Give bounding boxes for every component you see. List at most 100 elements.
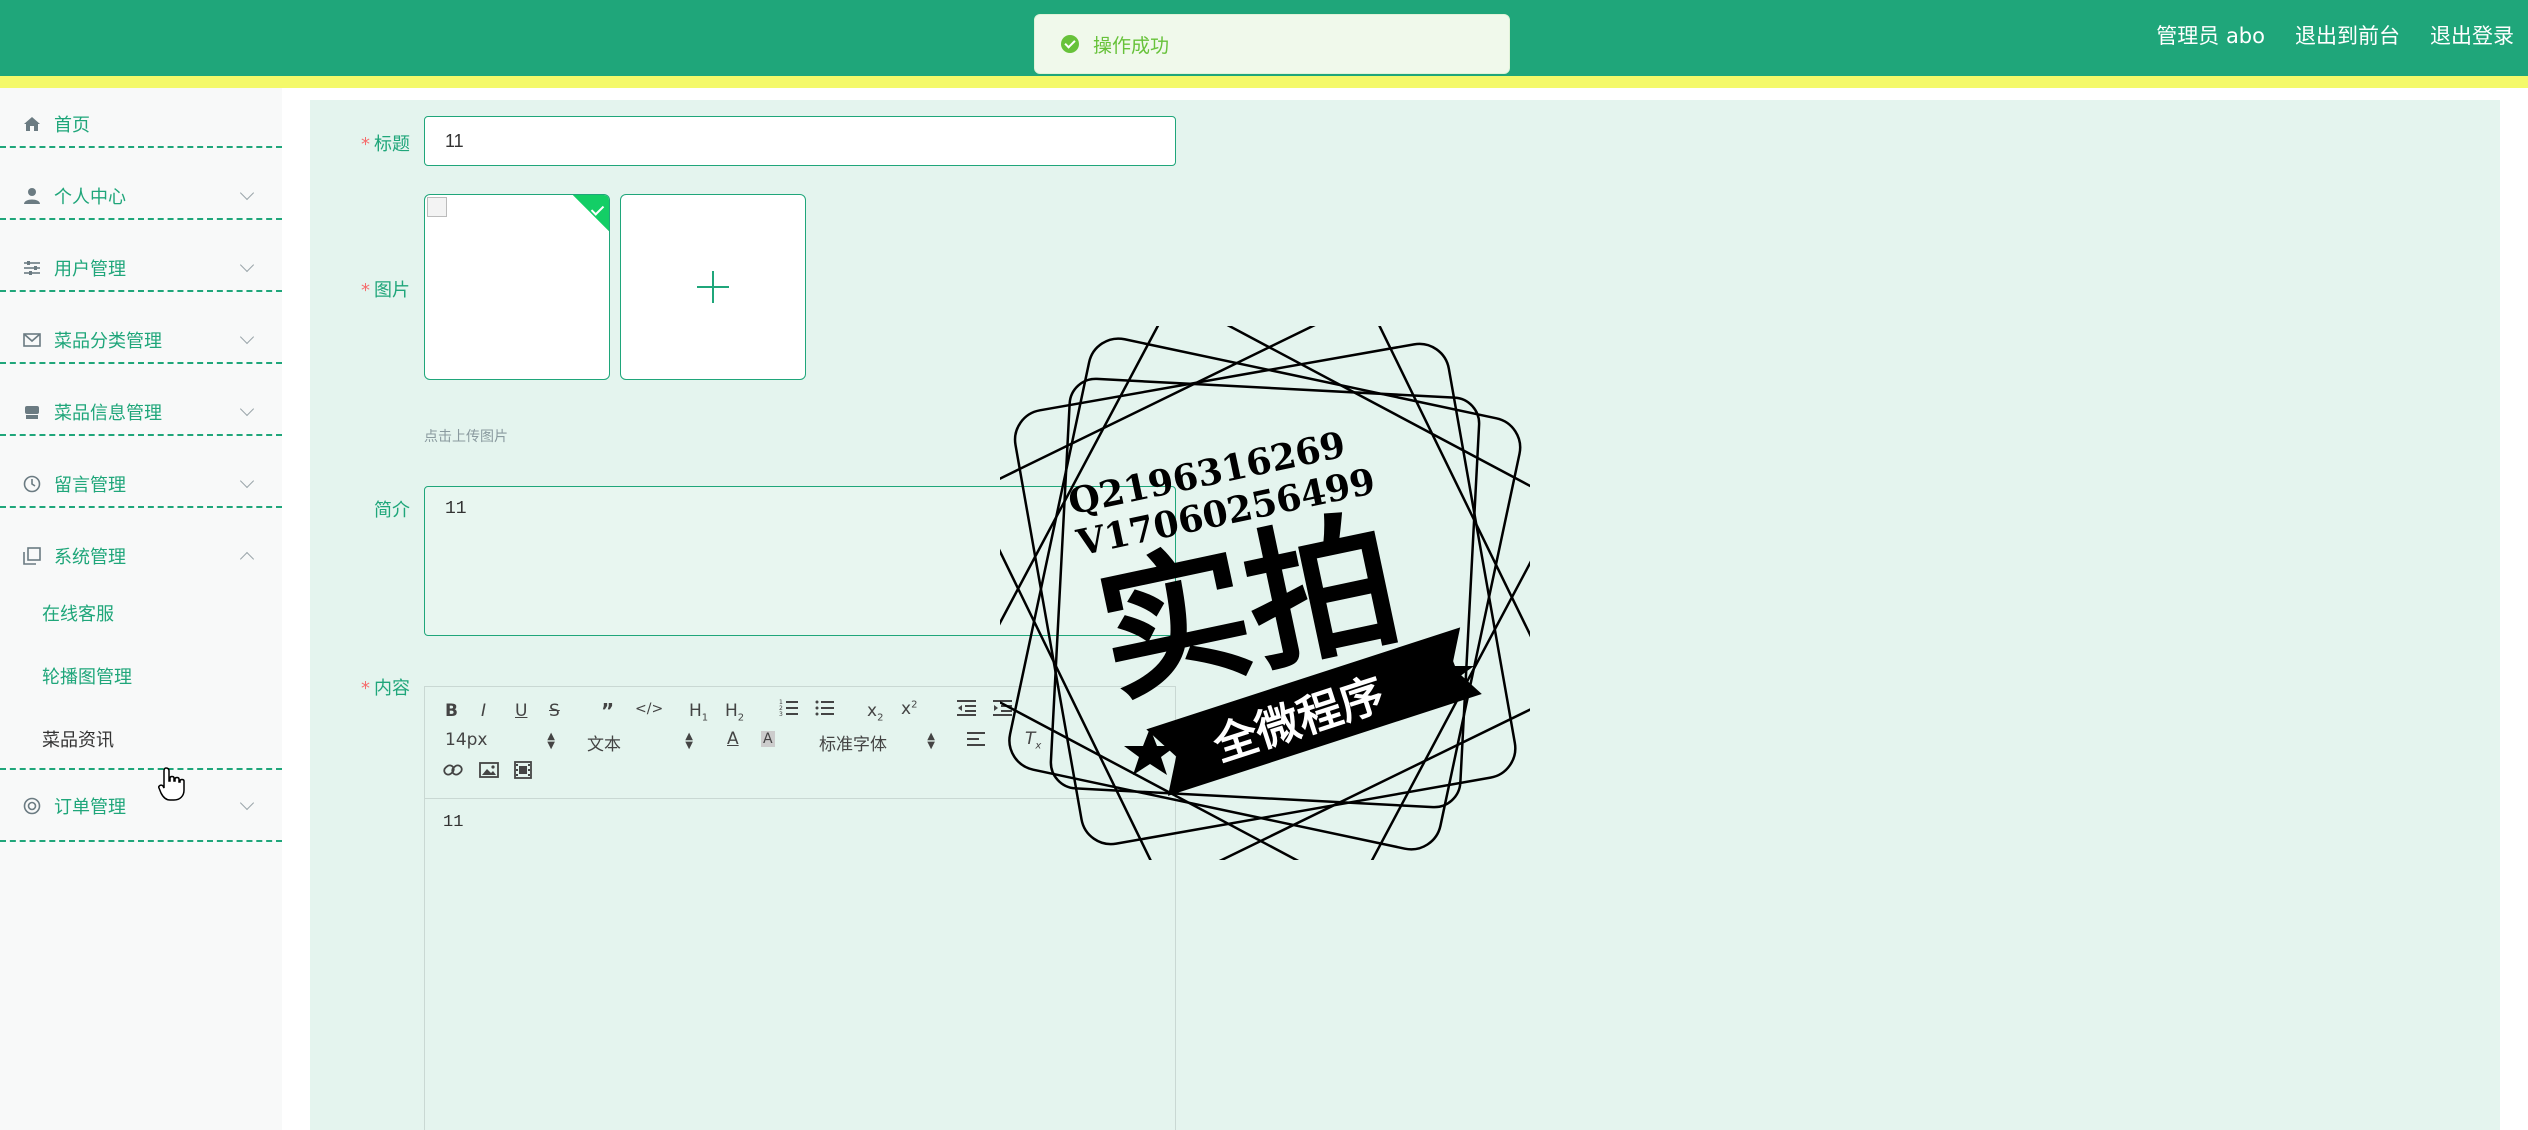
upload-hint: 点击上传图片 bbox=[424, 429, 508, 445]
italic-icon[interactable]: I bbox=[481, 701, 486, 721]
title-input[interactable]: 11 bbox=[424, 116, 1176, 166]
back-to-frontend-link[interactable]: 退出到前台 bbox=[2295, 20, 2400, 50]
font-family-select[interactable]: 标准字体 ▲ ▼ bbox=[819, 730, 935, 756]
chevron-down-icon bbox=[239, 401, 255, 417]
align-icon[interactable] bbox=[967, 731, 987, 752]
editor-content[interactable]: 11 bbox=[425, 799, 1175, 846]
blockquote-icon[interactable]: ” bbox=[601, 699, 614, 723]
background-color-icon[interactable]: A bbox=[761, 731, 775, 747]
image-label-text: 图片 bbox=[374, 280, 410, 301]
chevron-up-icon bbox=[239, 551, 255, 567]
chevron-down-icon bbox=[239, 257, 255, 273]
title-label-text: 标题 bbox=[374, 134, 410, 155]
ordered-list-icon[interactable]: 123 bbox=[779, 699, 799, 722]
link-icon[interactable] bbox=[443, 761, 463, 784]
summary-label-text: 简介 bbox=[374, 500, 410, 521]
sidebar-divider bbox=[0, 146, 282, 148]
paragraph-value: 文本 bbox=[587, 735, 621, 755]
plus-icon bbox=[697, 271, 729, 303]
select-arrows-icon: ▲ ▼ bbox=[685, 731, 693, 751]
select-arrows-icon: ▲ ▼ bbox=[927, 731, 935, 751]
font-family-value: 标准字体 bbox=[819, 735, 887, 755]
sidebar: 首页 个人中心 用户管理 菜品分类管理 菜品信息管理 留言管理 系统管理 在线客… bbox=[0, 88, 282, 1130]
required-mark: * bbox=[361, 134, 370, 155]
copy-icon bbox=[22, 546, 42, 566]
uploaded-image-card[interactable] bbox=[424, 194, 610, 380]
sidebar-subitem-carousel[interactable]: 轮播图管理 bbox=[42, 663, 132, 689]
code-block-icon[interactable]: </> bbox=[635, 701, 663, 717]
image-icon[interactable] bbox=[479, 761, 499, 784]
paragraph-select[interactable]: 文本 ▲ ▼ bbox=[587, 730, 693, 756]
sidebar-subitem-dish-news[interactable]: 菜品资讯 bbox=[42, 726, 114, 752]
chevron-down-icon bbox=[239, 795, 255, 811]
bold-icon[interactable]: B bbox=[445, 701, 458, 721]
title-label: * 标题 bbox=[310, 130, 410, 156]
outdent-icon[interactable] bbox=[957, 699, 977, 722]
sidebar-item-messages[interactable]: 留言管理 bbox=[0, 448, 282, 520]
hand-cursor-icon bbox=[158, 767, 185, 801]
sidebar-item-label: 留言管理 bbox=[54, 475, 126, 496]
content-label-text: 内容 bbox=[374, 678, 410, 699]
clear-format-icon[interactable]: Tx bbox=[1025, 729, 1041, 751]
bullet-list-icon[interactable] bbox=[815, 699, 835, 722]
summary-textarea[interactable]: 11 bbox=[424, 486, 1176, 636]
required-mark: * bbox=[361, 678, 370, 699]
chevron-down-icon bbox=[239, 473, 255, 489]
broken-image-icon bbox=[427, 197, 447, 217]
summary-label: 简介 bbox=[310, 496, 410, 522]
underline-icon[interactable]: U bbox=[515, 701, 527, 721]
content-label: * 内容 bbox=[310, 674, 410, 700]
sidebar-item-label: 个人中心 bbox=[54, 187, 126, 208]
sidebar-item-system[interactable]: 系统管理 bbox=[0, 520, 282, 592]
sidebar-item-dish-category[interactable]: 菜品分类管理 bbox=[0, 304, 282, 376]
toast-message: 操作成功 bbox=[1093, 34, 1170, 57]
strikethrough-icon[interactable]: S bbox=[549, 701, 560, 721]
clock-icon bbox=[22, 474, 42, 494]
success-toast: 操作成功 bbox=[1034, 14, 1510, 74]
sidebar-item-orders[interactable]: 订单管理 bbox=[0, 770, 282, 842]
heading-1-icon[interactable]: H1 bbox=[689, 701, 708, 723]
image-label: * 图片 bbox=[310, 276, 410, 302]
sidebar-item-profile[interactable]: 个人中心 bbox=[0, 160, 282, 232]
sidebar-item-label: 菜品信息管理 bbox=[54, 403, 162, 424]
subscript-icon[interactable]: x2 bbox=[867, 701, 883, 723]
upload-image-button[interactable] bbox=[620, 194, 806, 380]
user-icon bbox=[22, 186, 42, 206]
chevron-down-icon bbox=[239, 185, 255, 201]
indent-icon[interactable] bbox=[993, 699, 1013, 722]
sidebar-divider bbox=[0, 506, 282, 508]
video-icon[interactable] bbox=[513, 761, 533, 784]
sidebar-item-home[interactable]: 首页 bbox=[0, 88, 282, 160]
shop-icon bbox=[22, 402, 42, 422]
font-size-select[interactable]: 14px ▲ ▼ bbox=[445, 730, 555, 751]
font-size-value: 14px bbox=[445, 730, 488, 750]
sidebar-item-label: 菜品分类管理 bbox=[54, 331, 162, 352]
upload-success-badge bbox=[569, 195, 609, 234]
header-accent-stripe bbox=[0, 76, 2528, 88]
home-icon bbox=[22, 114, 42, 134]
logout-link[interactable]: 退出登录 bbox=[2430, 20, 2514, 50]
sidebar-item-users[interactable]: 用户管理 bbox=[0, 232, 282, 304]
success-check-icon bbox=[1061, 35, 1079, 53]
lifebuoy-icon bbox=[22, 796, 42, 816]
sidebar-divider bbox=[0, 840, 282, 842]
heading-2-icon[interactable]: H2 bbox=[725, 701, 744, 723]
sidebar-item-label: 系统管理 bbox=[54, 547, 126, 568]
sidebar-item-label: 首页 bbox=[54, 115, 90, 136]
rich-text-editor: B I U S ” </> H1 H2 123 x2 x2 14px ▲ ▼ 文本… bbox=[424, 686, 1176, 1130]
required-mark: * bbox=[361, 280, 370, 301]
admin-user-link[interactable]: 管理员 abo bbox=[2156, 20, 2265, 50]
svg-text:3: 3 bbox=[779, 711, 783, 717]
sliders-icon bbox=[22, 258, 42, 278]
mail-icon bbox=[22, 330, 42, 350]
sidebar-item-dish-info[interactable]: 菜品信息管理 bbox=[0, 376, 282, 448]
superscript-icon[interactable]: x2 bbox=[901, 699, 917, 719]
sidebar-divider bbox=[0, 218, 282, 220]
font-color-icon[interactable]: A bbox=[727, 729, 739, 749]
sidebar-divider bbox=[0, 362, 282, 364]
top-nav: 管理员 abo 退出到前台 退出登录 bbox=[2156, 20, 2514, 50]
sidebar-subitem-online-service[interactable]: 在线客服 bbox=[42, 600, 114, 626]
sidebar-item-label: 订单管理 bbox=[54, 797, 126, 818]
editor-toolbar: B I U S ” </> H1 H2 123 x2 x2 14px ▲ ▼ 文本… bbox=[425, 687, 1175, 799]
select-arrows-icon: ▲ ▼ bbox=[547, 731, 555, 751]
